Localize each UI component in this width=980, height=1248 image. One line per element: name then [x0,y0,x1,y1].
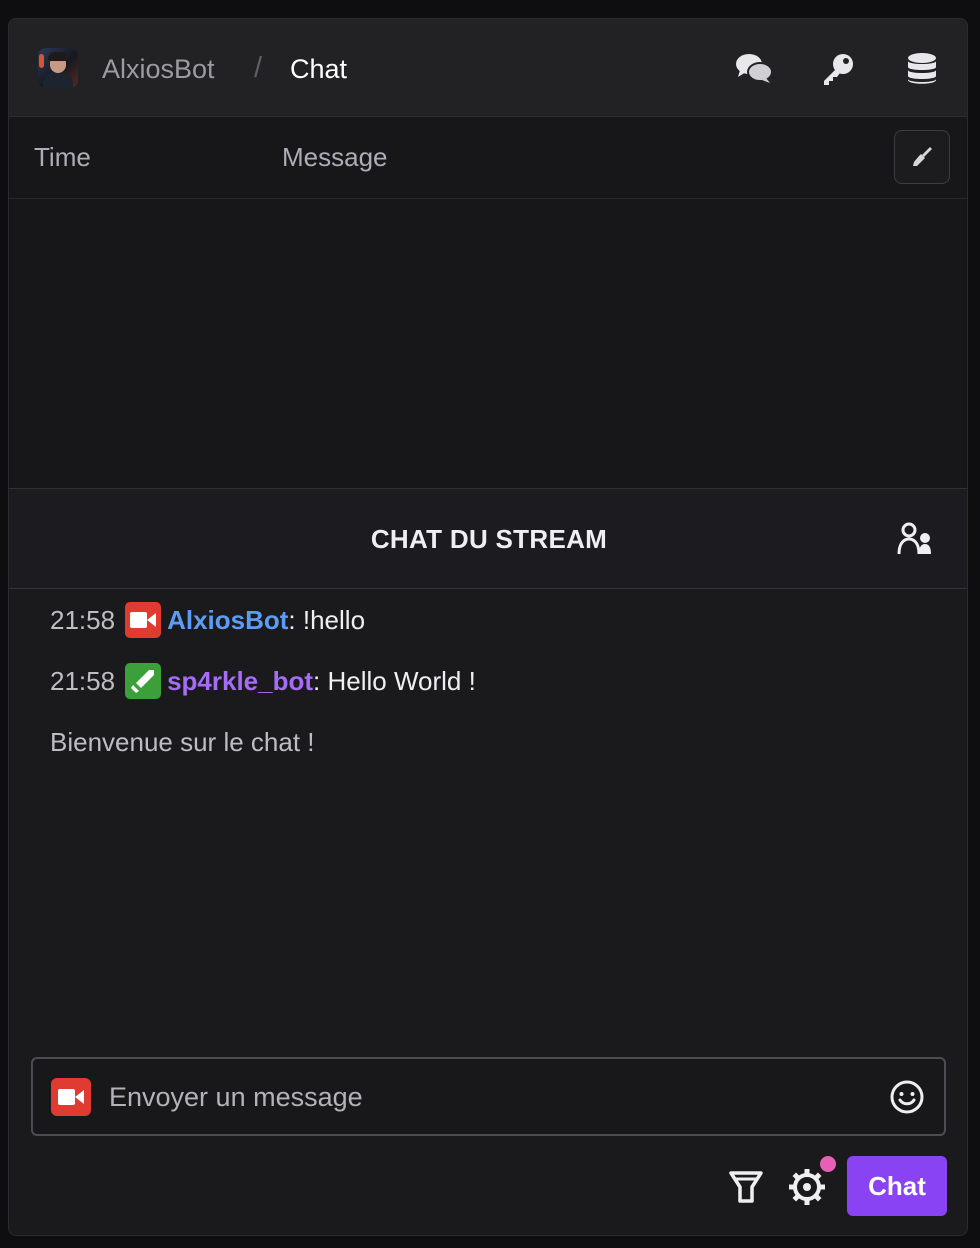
filter-icon[interactable] [727,1167,765,1207]
stream-chat-title: CHAT DU STREAM [370,524,608,554]
broadcaster-badge[interactable] [125,602,162,638]
message-username[interactable]: sp4rkle_bot [167,666,313,697]
log-table-body [9,199,967,489]
message-timestamp: 21:58 [50,665,116,696]
message-timestamp: 21:58 [50,604,116,635]
send-chat-button[interactable]: Chat [847,1156,947,1216]
chat-panel: AlxiosBot / Chat Time Message CHAT DU ST… [8,18,968,1236]
message-text: !hello [302,604,366,635]
emoji-icon[interactable] [889,1079,925,1115]
key-icon[interactable] [818,49,858,89]
message-composer[interactable] [31,1057,946,1136]
message-text: Hello World ! [327,665,476,696]
broadcaster-badge [51,1078,91,1116]
database-icon[interactable] [902,49,942,89]
column-header-time: Time [34,142,91,172]
log-table-header [9,117,967,199]
message-separator: : [288,604,303,635]
avatar[interactable] [38,48,78,88]
chat-bubbles-icon[interactable] [734,49,774,89]
column-header-message: Message [282,142,388,172]
moderator-badge[interactable] [125,663,162,699]
users-icon[interactable] [896,519,936,559]
message-input[interactable] [109,1073,869,1121]
message-separator: : [313,665,328,696]
clear-log-button[interactable] [894,130,950,184]
breadcrumb-separator: / [254,52,263,84]
notification-dot [820,1156,836,1172]
page-title: Chat [290,54,348,84]
chat-message: 21:58 AlxiosBot : !hello [50,600,365,640]
broom-icon [913,147,932,166]
settings-gear-icon[interactable] [787,1167,827,1207]
breadcrumb-bot-name[interactable]: AlxiosBot [102,54,215,85]
message-username[interactable]: AlxiosBot [167,605,288,636]
chat-message: 21:58 sp4rkle_bot : Hello World ! [50,661,476,701]
welcome-message: Bienvenue sur le chat ! [50,727,315,757]
